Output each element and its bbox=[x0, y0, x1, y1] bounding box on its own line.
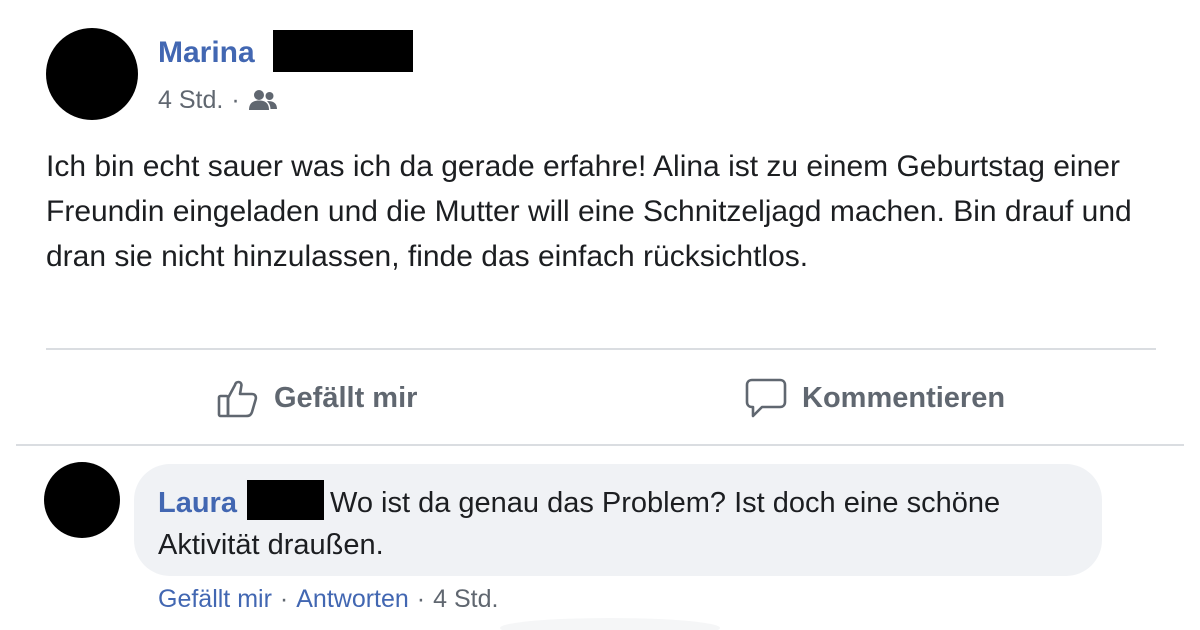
post-body-text: Ich bin echt sauer was ich da gerade erf… bbox=[46, 150, 1132, 273]
commenter-avatar[interactable] bbox=[44, 462, 120, 538]
comment-button[interactable]: Kommentieren bbox=[744, 374, 1005, 422]
meta-separator: · bbox=[231, 86, 240, 114]
comment-button-label: Kommentieren bbox=[802, 381, 1006, 414]
post-actions-divider-bottom bbox=[16, 444, 1184, 446]
comment-like-link[interactable]: Gefällt mir bbox=[158, 583, 272, 615]
redacted-surname-block bbox=[273, 30, 413, 72]
post-author-name[interactable]: Marina bbox=[158, 34, 255, 72]
like-button[interactable]: Gefällt mir bbox=[216, 374, 417, 422]
thumbs-up-icon bbox=[216, 376, 274, 420]
comment-timestamp[interactable]: 4 Std. bbox=[433, 583, 498, 615]
like-button-label: Gefällt mir bbox=[274, 381, 418, 414]
friends-icon[interactable] bbox=[246, 89, 278, 111]
comment-author-name[interactable]: Laura bbox=[158, 482, 237, 524]
comment-bubble-icon bbox=[744, 376, 802, 420]
redacted-surname-block bbox=[247, 480, 324, 520]
post-timestamp[interactable]: 4 Std. bbox=[158, 84, 223, 116]
post-author-avatar[interactable] bbox=[46, 28, 138, 120]
next-comment-edge bbox=[500, 618, 720, 630]
comment-reply-link[interactable]: Antworten bbox=[296, 583, 409, 615]
post-actions-divider-top bbox=[46, 348, 1156, 350]
post-meta: 4 Std. · bbox=[158, 84, 278, 116]
comment-actions-separator: · bbox=[279, 585, 289, 613]
facebook-post-card: Marina 4 Std. · Ich bin echt sauer was i… bbox=[0, 0, 1200, 630]
comment-actions-row: Gefällt mir · Antworten · 4 Std. bbox=[158, 583, 498, 615]
comment-actions-separator: · bbox=[416, 585, 426, 613]
